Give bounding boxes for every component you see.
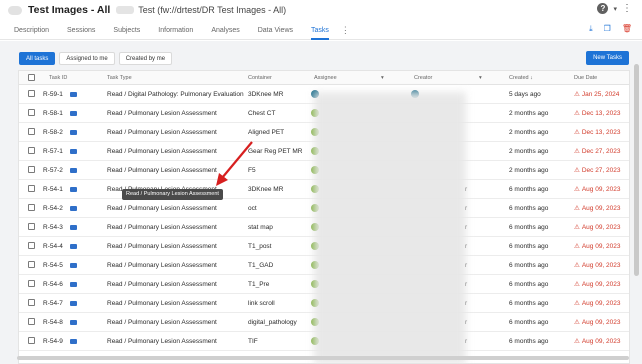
tasks-page: Test Images - All Test (fw://drtest/DR T… (0, 0, 642, 364)
vertical-scrollbar[interactable] (634, 64, 639, 276)
horizontal-scrollbar[interactable] (17, 356, 629, 360)
task-type-tooltip: Read / Pulmonary Lesion Assessment (122, 189, 223, 200)
annotation-arrow (216, 141, 253, 186)
